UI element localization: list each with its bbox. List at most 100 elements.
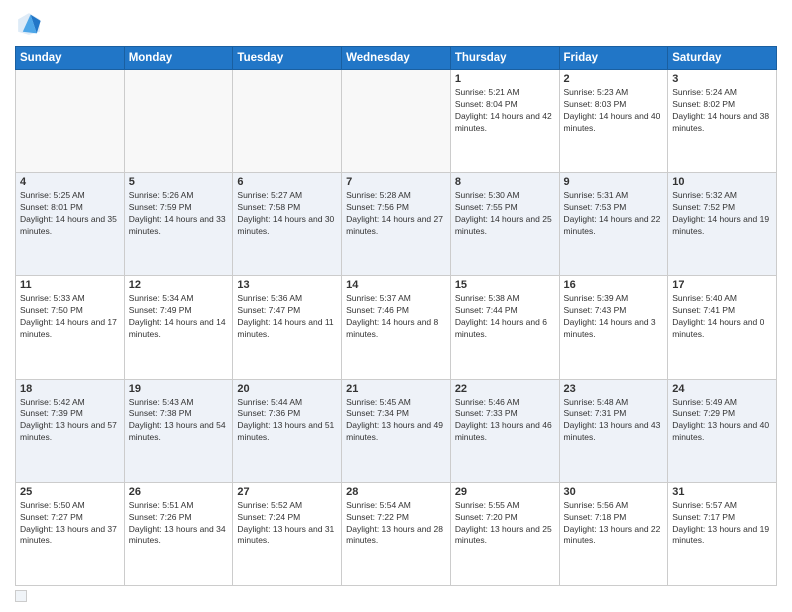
weekday-tuesday: Tuesday: [233, 47, 342, 70]
day-number: 20: [237, 383, 337, 395]
day-info: Sunrise: 5:45 AMSunset: 7:34 PMDaylight:…: [346, 397, 443, 443]
day-info: Sunrise: 5:27 AMSunset: 7:58 PMDaylight:…: [237, 190, 334, 236]
day-cell: 17Sunrise: 5:40 AMSunset: 7:41 PMDayligh…: [668, 276, 777, 379]
day-cell: 22 Sunrise: 5:46 AMSunset: 7:33 PMDayligh…: [450, 379, 559, 482]
day-info: Sunrise: 5:37 AMSunset: 7:46 PMDaylight:…: [346, 293, 438, 339]
day-number: 4: [20, 176, 120, 188]
day-info: Sunrise: 5:48 AMSunset: 7:31 PMDaylight:…: [564, 397, 661, 443]
day-number: 16: [564, 279, 664, 291]
week-row-1: 1 Sunrise: 5:21 AMSunset: 8:04 PMDaylight…: [16, 70, 777, 173]
weekday-sunday: Sunday: [16, 47, 125, 70]
day-number: 19: [129, 383, 229, 395]
day-info: Sunrise: 5:43 AMSunset: 7:38 PMDaylight:…: [129, 397, 226, 443]
day-number: 24: [672, 383, 772, 395]
day-cell: 28Sunrise: 5:54 AMSunset: 7:22 PMDayligh…: [342, 482, 451, 585]
week-row-4: 18 Sunrise: 5:42 AMSunset: 7:39 PMDayligh…: [16, 379, 777, 482]
day-cell: 8 Sunrise: 5:30 AMSunset: 7:55 PMDaylight…: [450, 173, 559, 276]
day-number: 1: [455, 73, 555, 85]
day-cell: 1 Sunrise: 5:21 AMSunset: 8:04 PMDaylight…: [450, 70, 559, 173]
day-info: Sunrise: 5:33 AMSunset: 7:50 PMDaylight:…: [20, 293, 117, 339]
day-cell: 25Sunrise: 5:50 AMSunset: 7:27 PMDayligh…: [16, 482, 125, 585]
day-cell: 9Sunrise: 5:31 AMSunset: 7:53 PMDaylight…: [559, 173, 668, 276]
day-number: 8: [455, 176, 555, 188]
day-number: 13: [237, 279, 337, 291]
day-info: Sunrise: 5:40 AMSunset: 7:41 PMDaylight:…: [672, 293, 764, 339]
day-number: 23: [564, 383, 664, 395]
day-number: 3: [672, 73, 772, 85]
weekday-thursday: Thursday: [450, 47, 559, 70]
day-info: Sunrise: 5:21 AMSunset: 8:04 PMDaylight:…: [455, 87, 552, 133]
day-cell: 6 Sunrise: 5:27 AMSunset: 7:58 PMDaylight…: [233, 173, 342, 276]
day-info: Sunrise: 5:50 AMSunset: 7:27 PMDaylight:…: [20, 500, 117, 546]
day-info: Sunrise: 5:39 AMSunset: 7:43 PMDaylight:…: [564, 293, 656, 339]
day-cell: [124, 70, 233, 173]
day-cell: 16 Sunrise: 5:39 AMSunset: 7:43 PMDayligh…: [559, 276, 668, 379]
day-number: 2: [564, 73, 664, 85]
day-info: Sunrise: 5:25 AMSunset: 8:01 PMDaylight:…: [20, 190, 117, 236]
day-info: Sunrise: 5:46 AMSunset: 7:33 PMDaylight:…: [455, 397, 552, 443]
day-info: Sunrise: 5:30 AMSunset: 7:55 PMDaylight:…: [455, 190, 552, 236]
day-cell: [16, 70, 125, 173]
day-number: 12: [129, 279, 229, 291]
day-number: 10: [672, 176, 772, 188]
day-cell: 5Sunrise: 5:26 AMSunset: 7:59 PMDaylight…: [124, 173, 233, 276]
day-number: 27: [237, 486, 337, 498]
day-number: 29: [455, 486, 555, 498]
day-cell: 24Sunrise: 5:49 AMSunset: 7:29 PMDayligh…: [668, 379, 777, 482]
day-cell: 14Sunrise: 5:37 AMSunset: 7:46 PMDayligh…: [342, 276, 451, 379]
day-cell: 31 Sunrise: 5:57 AMSunset: 7:17 PMDayligh…: [668, 482, 777, 585]
daylight-legend-box: [15, 590, 27, 602]
day-number: 7: [346, 176, 446, 188]
day-number: 21: [346, 383, 446, 395]
day-info: Sunrise: 5:31 AMSunset: 7:53 PMDaylight:…: [564, 190, 661, 236]
day-info: Sunrise: 5:56 AMSunset: 7:18 PMDaylight:…: [564, 500, 661, 546]
week-row-3: 11 Sunrise: 5:33 AMSunset: 7:50 PMDayligh…: [16, 276, 777, 379]
day-info: Sunrise: 5:57 AMSunset: 7:17 PMDaylight:…: [672, 500, 769, 546]
weekday-friday: Friday: [559, 47, 668, 70]
day-number: 22: [455, 383, 555, 395]
day-info: Sunrise: 5:28 AMSunset: 7:56 PMDaylight:…: [346, 190, 443, 236]
weekday-wednesday: Wednesday: [342, 47, 451, 70]
day-info: Sunrise: 5:52 AMSunset: 7:24 PMDaylight:…: [237, 500, 334, 546]
calendar-table: SundayMondayTuesdayWednesdayThursdayFrid…: [15, 46, 777, 586]
day-info: Sunrise: 5:44 AMSunset: 7:36 PMDaylight:…: [237, 397, 334, 443]
day-cell: 26 Sunrise: 5:51 AMSunset: 7:26 PMDayligh…: [124, 482, 233, 585]
day-info: Sunrise: 5:34 AMSunset: 7:49 PMDaylight:…: [129, 293, 226, 339]
day-info: Sunrise: 5:55 AMSunset: 7:20 PMDaylight:…: [455, 500, 552, 546]
day-number: 26: [129, 486, 229, 498]
weekday-header-row: SundayMondayTuesdayWednesdayThursdayFrid…: [16, 47, 777, 70]
week-row-5: 25Sunrise: 5:50 AMSunset: 7:27 PMDayligh…: [16, 482, 777, 585]
day-number: 31: [672, 486, 772, 498]
day-cell: 12 Sunrise: 5:34 AMSunset: 7:49 PMDayligh…: [124, 276, 233, 379]
logo-icon: [15, 10, 43, 38]
day-cell: 20 Sunrise: 5:44 AMSunset: 7:36 PMDayligh…: [233, 379, 342, 482]
day-info: Sunrise: 5:26 AMSunset: 7:59 PMDaylight:…: [129, 190, 226, 236]
day-cell: 23 Sunrise: 5:48 AMSunset: 7:31 PMDayligh…: [559, 379, 668, 482]
day-info: Sunrise: 5:23 AMSunset: 8:03 PMDaylight:…: [564, 87, 661, 133]
day-number: 18: [20, 383, 120, 395]
day-cell: 13 Sunrise: 5:36 AMSunset: 7:47 PMDayligh…: [233, 276, 342, 379]
week-row-2: 4 Sunrise: 5:25 AMSunset: 8:01 PMDaylight…: [16, 173, 777, 276]
day-info: Sunrise: 5:51 AMSunset: 7:26 PMDaylight:…: [129, 500, 226, 546]
header: [15, 10, 777, 38]
day-cell: 27 Sunrise: 5:52 AMSunset: 7:24 PMDayligh…: [233, 482, 342, 585]
day-cell: [233, 70, 342, 173]
day-cell: [342, 70, 451, 173]
day-cell: 15Sunrise: 5:38 AMSunset: 7:44 PMDayligh…: [450, 276, 559, 379]
day-number: 6: [237, 176, 337, 188]
day-cell: 11 Sunrise: 5:33 AMSunset: 7:50 PMDayligh…: [16, 276, 125, 379]
footer: [15, 590, 777, 602]
day-info: Sunrise: 5:54 AMSunset: 7:22 PMDaylight:…: [346, 500, 443, 546]
day-info: Sunrise: 5:42 AMSunset: 7:39 PMDaylight:…: [20, 397, 117, 443]
day-info: Sunrise: 5:24 AMSunset: 8:02 PMDaylight:…: [672, 87, 769, 133]
logo: [15, 10, 47, 38]
day-info: Sunrise: 5:36 AMSunset: 7:47 PMDaylight:…: [237, 293, 333, 339]
day-cell: 4 Sunrise: 5:25 AMSunset: 8:01 PMDaylight…: [16, 173, 125, 276]
page: SundayMondayTuesdayWednesdayThursdayFrid…: [0, 0, 792, 612]
day-info: Sunrise: 5:32 AMSunset: 7:52 PMDaylight:…: [672, 190, 769, 236]
day-cell: 18 Sunrise: 5:42 AMSunset: 7:39 PMDayligh…: [16, 379, 125, 482]
day-cell: 19 Sunrise: 5:43 AMSunset: 7:38 PMDayligh…: [124, 379, 233, 482]
day-info: Sunrise: 5:38 AMSunset: 7:44 PMDaylight:…: [455, 293, 547, 339]
day-number: 11: [20, 279, 120, 291]
day-cell: 10 Sunrise: 5:32 AMSunset: 7:52 PMDayligh…: [668, 173, 777, 276]
